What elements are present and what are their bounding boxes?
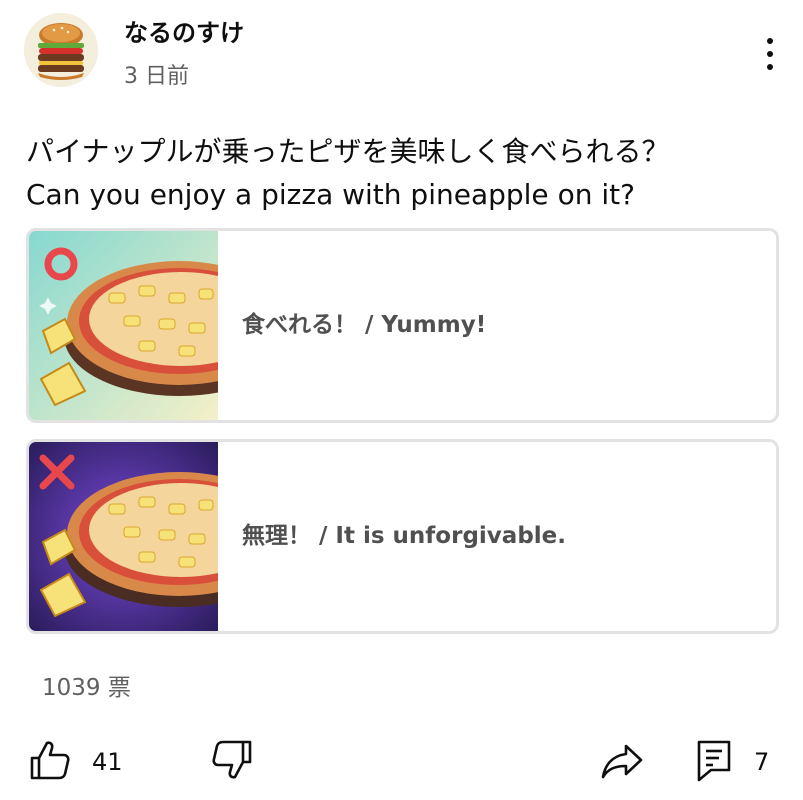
like-button[interactable] <box>28 738 72 788</box>
question-jp: パイナップルが乗ったピザを美味しく食べられる？ <box>26 135 670 168</box>
pizza-yes-image <box>29 231 218 420</box>
share-button[interactable] <box>600 738 644 788</box>
more-vert-icon <box>767 38 773 44</box>
vote-count: 1039 票 <box>42 675 131 701</box>
post-time: 3 日前 <box>124 64 189 89</box>
poll-option-yes[interactable]: 食べれる！ / Yummy! <box>26 228 779 423</box>
more-options-button[interactable] <box>756 34 784 74</box>
avatar-burger-icon <box>24 13 98 87</box>
share-icon <box>601 744 643 779</box>
avatar[interactable] <box>24 13 98 87</box>
question-en: Can you enjoy a pizza with pineapple on … <box>26 178 635 211</box>
poll-option-label: 無理！ / It is unforgivable. <box>242 523 566 549</box>
poll-question: パイナップルが乗ったピザを美味しく食べられる？ Can you enjoy a … <box>26 130 786 216</box>
like-count: 41 <box>92 748 123 776</box>
poll-option-no[interactable]: 無理！ / It is unforgivable. <box>26 439 779 634</box>
comment-icon <box>697 740 731 782</box>
thumbs-up-icon <box>30 741 70 780</box>
dislike-button[interactable] <box>210 738 254 788</box>
pizza-no-image <box>29 442 218 631</box>
comment-button[interactable] <box>695 738 739 788</box>
comment-count: 7 <box>754 748 770 776</box>
channel-name[interactable]: なるのすけ <box>124 13 244 48</box>
post-header: なるのすけ 3 日前 <box>0 0 803 100</box>
poll-option-label: 食べれる！ / Yummy! <box>242 312 487 338</box>
thumbs-down-icon <box>212 740 252 779</box>
